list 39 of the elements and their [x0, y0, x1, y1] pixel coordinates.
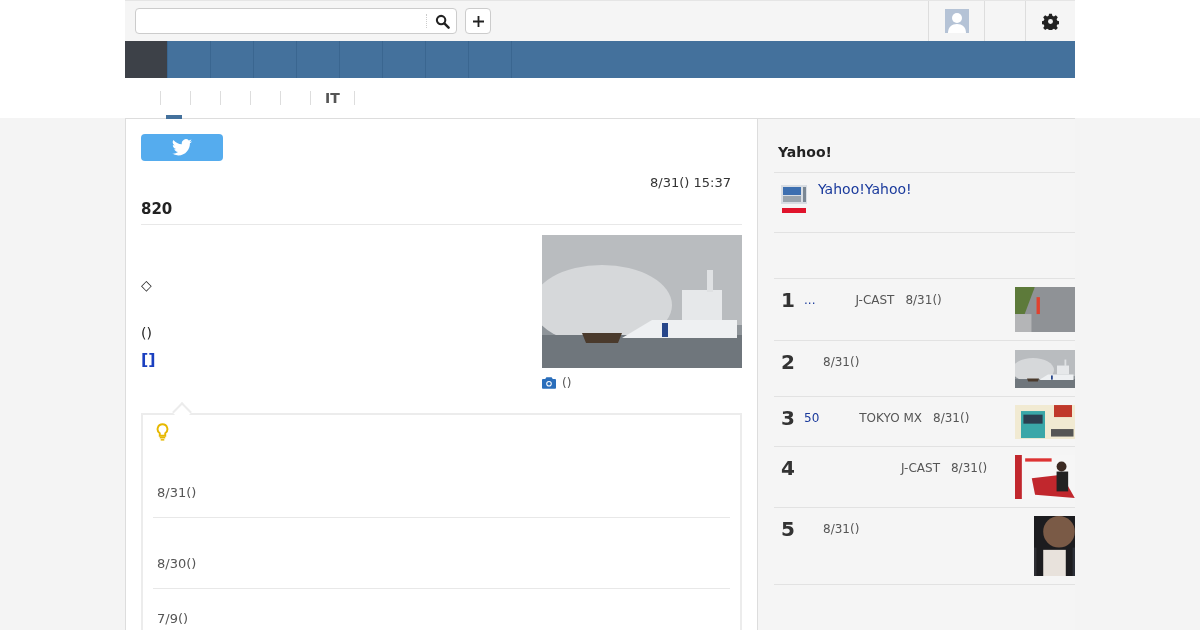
lightbulb-icon	[156, 422, 169, 441]
related-date: 8/30()	[157, 555, 197, 572]
category-tab[interactable]: IT	[310, 91, 354, 119]
ranking-title-link[interactable]: 50	[804, 409, 820, 427]
news-source: J-CAST	[855, 292, 895, 309]
news-date: 8/31()	[823, 521, 860, 538]
news-date: 8/31()	[933, 410, 970, 427]
news-date: 8/31()	[905, 292, 942, 309]
photo-caption: ()	[562, 374, 572, 392]
news-date: 8/31()	[951, 460, 988, 477]
rank-number: 5	[781, 516, 796, 542]
promo-link[interactable]: Yahoo!Yahoo!	[818, 179, 912, 200]
related-date: 7/9()	[157, 610, 189, 627]
nav-tab[interactable]	[125, 41, 168, 78]
rank-number: 1	[781, 287, 796, 313]
settings-icon[interactable]	[1042, 12, 1059, 30]
bird-icon	[172, 139, 192, 156]
avatar-icon[interactable]	[944, 9, 969, 33]
article-paragraph: ()	[141, 323, 152, 343]
sidebar-title: Yahoo!	[778, 143, 832, 162]
related-date: 8/31()	[157, 484, 197, 501]
twitter-button[interactable]	[141, 134, 223, 161]
news-date: 8/31()	[823, 354, 860, 371]
article-headline: 820	[141, 198, 173, 220]
add-button[interactable]	[465, 8, 491, 34]
search-field[interactable]	[135, 8, 457, 34]
news-source: J-CAST	[901, 460, 940, 477]
rank-number: 2	[781, 349, 796, 375]
article-date: 8/31() 15:37	[650, 174, 731, 192]
rank-number: 4	[781, 455, 796, 481]
article-paragraph: ◇	[141, 275, 152, 295]
plus-icon	[472, 15, 484, 27]
camera-icon	[542, 376, 556, 389]
news-logo-icon	[780, 184, 808, 214]
search-icon[interactable]	[435, 13, 450, 29]
news-source: TOKYO MX	[859, 410, 922, 427]
rank-number: 3	[781, 405, 796, 431]
article-link[interactable]: []	[141, 347, 156, 372]
ranking-title-link[interactable]: ...	[804, 291, 816, 309]
